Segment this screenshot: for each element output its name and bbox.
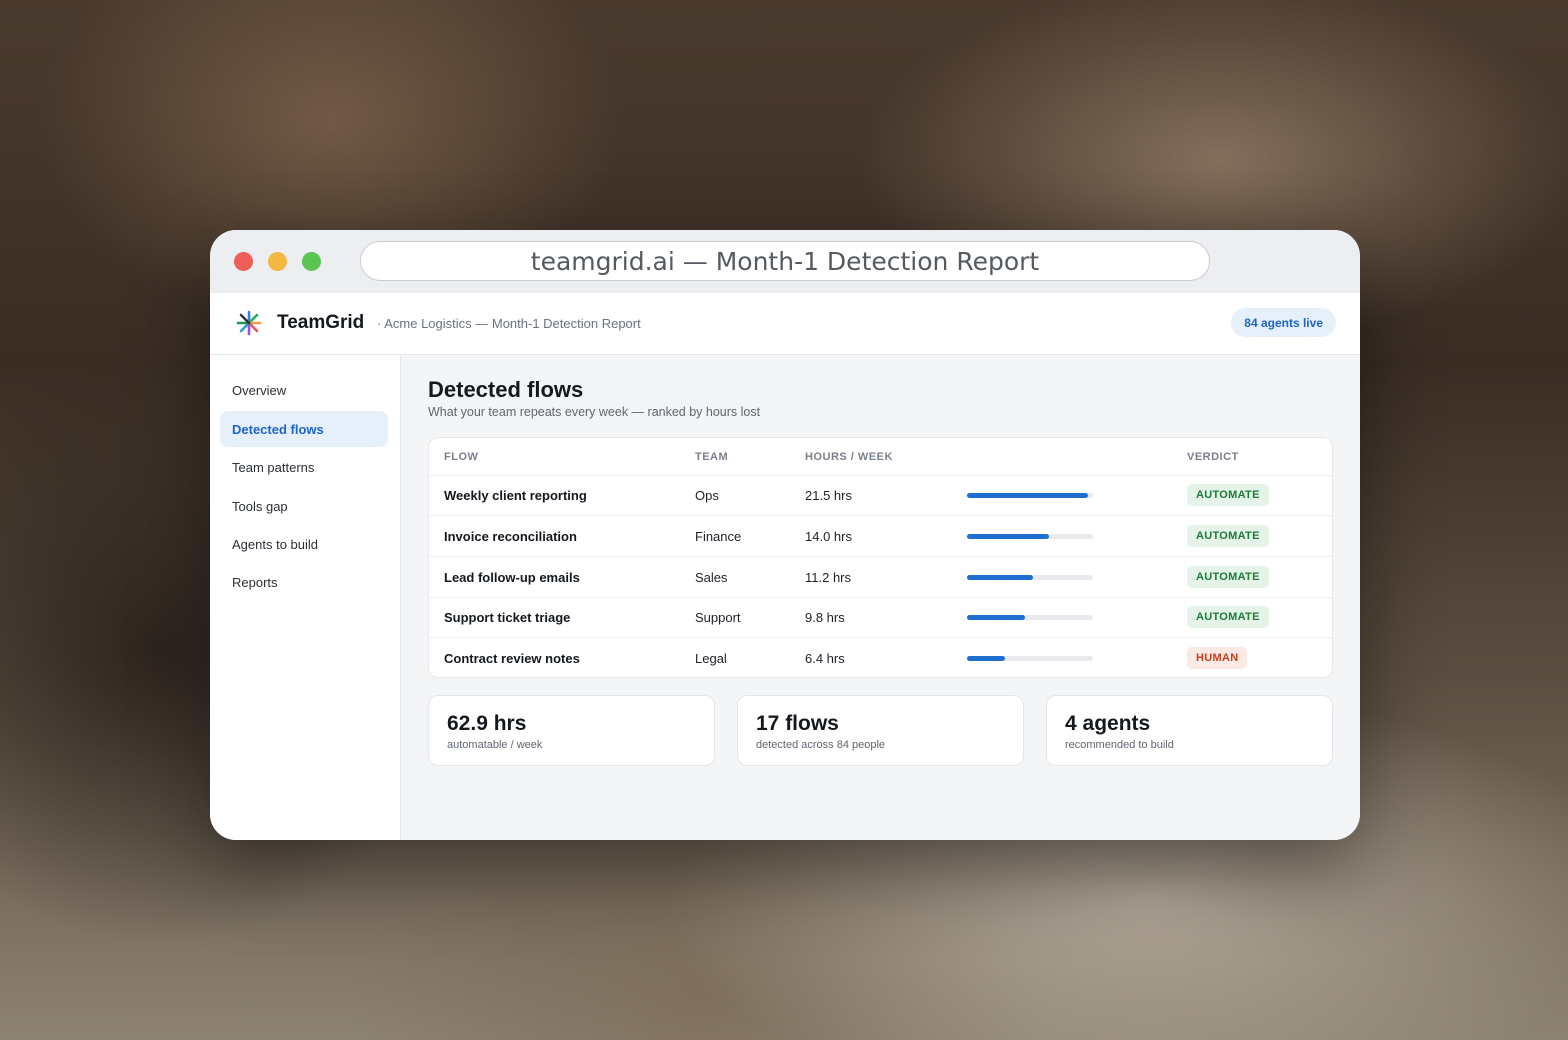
address-bar-text: teamgrid.ai — Month-1 Detection Report xyxy=(530,246,1040,276)
stat-value: 4 agents xyxy=(1065,712,1151,735)
sidebar-item-agents-to-build[interactable]: Agents to build xyxy=(220,526,388,562)
table-row[interactable]: Support ticket triage Support 9.8 hrs AU… xyxy=(429,597,1332,638)
maximize-window-button[interactable] xyxy=(302,252,321,271)
flows-table: FLOW TEAM HOURS / WEEK VERDICT Weekly cl… xyxy=(428,437,1333,678)
stat-label: recommended to build xyxy=(1065,739,1174,751)
sidebar: Overview Detected flows Team patterns To… xyxy=(210,355,401,840)
flow-team: Finance xyxy=(695,529,742,544)
flow-hours: 21.5 hrs xyxy=(805,488,852,503)
browser-window: teamgrid.ai — Month-1 Detection Report T… xyxy=(210,230,1360,840)
flow-hours: 9.8 hrs xyxy=(805,610,845,625)
page-title: Detected flows xyxy=(428,377,584,402)
verdict-badge: AUTOMATE xyxy=(1187,525,1269,547)
sidebar-item-label: Tools gap xyxy=(232,498,288,514)
page-subtitle: What your team repeats every week — rank… xyxy=(428,405,761,419)
hours-bar xyxy=(967,534,1093,539)
column-header-flow[interactable]: FLOW xyxy=(444,451,478,463)
flow-name: Contract review notes xyxy=(444,651,580,666)
stat-value: 62.9 hrs xyxy=(447,712,527,735)
stat-label: automatable / week xyxy=(447,739,543,751)
flow-name: Weekly client reporting xyxy=(444,488,587,503)
verdict-badge: HUMAN xyxy=(1187,647,1248,669)
stat-label: detected across 84 people xyxy=(756,739,886,751)
flow-hours: 6.4 hrs xyxy=(805,651,845,666)
table-row[interactable]: Lead follow-up emails Sales 11.2 hrs AUT… xyxy=(429,557,1332,598)
flow-team: Ops xyxy=(695,488,719,503)
hours-bar xyxy=(967,615,1093,620)
verdict-badge: AUTOMATE xyxy=(1187,484,1269,506)
stat-card-automatable-hours: 62.9 hrs automatable / week xyxy=(428,695,715,766)
column-header-team[interactable]: TEAM xyxy=(695,451,728,463)
minimize-window-button[interactable] xyxy=(268,252,287,271)
flow-hours: 11.2 hrs xyxy=(805,570,852,585)
sidebar-item-detected-flows[interactable]: Detected flows xyxy=(220,411,388,447)
sidebar-item-team-patterns[interactable]: Team patterns xyxy=(220,449,388,485)
address-bar[interactable]: teamgrid.ai — Month-1 Detection Report xyxy=(360,241,1210,281)
hours-bar xyxy=(967,493,1093,498)
verdict-badge: AUTOMATE xyxy=(1187,606,1269,628)
hours-bar-fill xyxy=(967,615,1025,620)
brand-name: TeamGrid xyxy=(277,312,365,333)
flow-hours: 14.0 hrs xyxy=(805,529,852,544)
hours-bar-fill xyxy=(967,534,1049,539)
table-row[interactable]: Weekly client reporting Ops 21.5 hrs AUT… xyxy=(429,475,1332,516)
agents-live-badge: 84 agents live xyxy=(1231,308,1336,337)
flow-name: Invoice reconciliation xyxy=(444,529,577,544)
flow-name: Lead follow-up emails xyxy=(444,570,580,585)
sidebar-item-label: Reports xyxy=(232,574,278,590)
sidebar-item-overview[interactable]: Overview xyxy=(220,372,388,408)
hours-bar xyxy=(967,656,1093,661)
sidebar-item-tools-gap[interactable]: Tools gap xyxy=(220,488,388,524)
sidebar-item-label: Detected flows xyxy=(232,421,324,437)
app-header: TeamGrid · Acme Logistics — Month-1 Dete… xyxy=(210,293,1360,355)
stat-value: 17 flows xyxy=(756,712,839,735)
main-content: Detected flows What your team repeats ev… xyxy=(401,355,1360,840)
table-header: FLOW TEAM HOURS / WEEK VERDICT xyxy=(429,438,1332,476)
flow-name: Support ticket triage xyxy=(444,610,571,625)
close-window-button[interactable] xyxy=(234,252,253,271)
column-header-hours[interactable]: HOURS / WEEK xyxy=(805,451,893,463)
verdict-badge: AUTOMATE xyxy=(1187,566,1269,588)
column-header-verdict[interactable]: VERDICT xyxy=(1187,451,1239,463)
hours-bar xyxy=(967,575,1093,580)
table-row[interactable]: Invoice reconciliation Finance 14.0 hrs … xyxy=(429,516,1332,557)
teamgrid-logo-icon xyxy=(236,310,262,336)
hours-bar-fill xyxy=(967,656,1005,661)
hours-bar-fill xyxy=(967,575,1033,580)
sidebar-item-label: Team patterns xyxy=(232,459,315,475)
sidebar-item-reports[interactable]: Reports xyxy=(220,564,388,600)
stat-card-flows-detected: 17 flows detected across 84 people xyxy=(737,695,1024,766)
flow-team: Support xyxy=(695,610,741,625)
hours-bar-fill xyxy=(967,493,1088,498)
table-row[interactable]: Contract review notes Legal 6.4 hrs HUMA… xyxy=(429,638,1332,677)
sidebar-item-label: Agents to build xyxy=(232,536,319,552)
browser-titlebar: teamgrid.ai — Month-1 Detection Report xyxy=(210,230,1360,293)
flow-team: Legal xyxy=(695,651,727,666)
sidebar-item-label: Overview xyxy=(232,382,287,398)
flow-team: Sales xyxy=(695,570,728,585)
report-breadcrumb: · Acme Logistics — Month-1 Detection Rep… xyxy=(377,316,641,331)
stat-card-agents-recommended: 4 agents recommended to build xyxy=(1046,695,1333,766)
